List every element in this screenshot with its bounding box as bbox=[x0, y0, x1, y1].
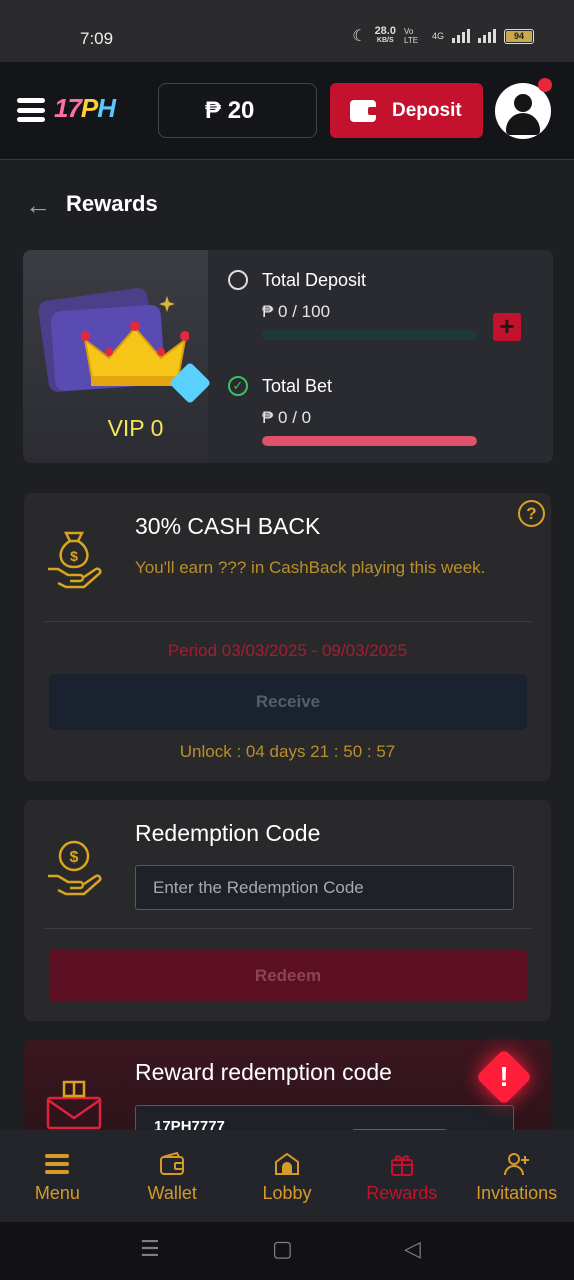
cashback-title: 30% CASH BACK bbox=[135, 513, 321, 539]
battery-level: 94 bbox=[506, 30, 532, 42]
logo-part-p: P bbox=[80, 93, 98, 123]
redeem-button[interactable]: Redeem bbox=[49, 949, 527, 1002]
redemption-code-card: $ Redemption Code Redeem bbox=[24, 800, 551, 1021]
alert-exclamation: ! bbox=[499, 1061, 509, 1092]
deposit-label: Deposit bbox=[392, 99, 462, 121]
recent-apps-icon[interactable]: ☰ bbox=[140, 1236, 160, 1262]
status-icons: ☾ 28.0 KB/S Vo LTE 4G 94 bbox=[352, 26, 534, 46]
nav-item-menu[interactable]: Menu bbox=[0, 1130, 115, 1222]
svg-text:$: $ bbox=[70, 548, 78, 564]
redemption-code-input[interactable] bbox=[135, 865, 514, 910]
nav-label: Invitations bbox=[476, 1183, 558, 1203]
speed-unit: KB/S bbox=[376, 37, 394, 44]
sparkle-icon bbox=[159, 296, 175, 312]
signal-icon-2 bbox=[478, 29, 496, 43]
bottom-nav: Menu Wallet Lobby Rewards Invitations bbox=[0, 1130, 574, 1222]
add-user-icon bbox=[459, 1150, 574, 1178]
user-icon bbox=[514, 94, 532, 112]
back-arrow-icon[interactable]: ← bbox=[25, 192, 51, 218]
unlock-countdown: Unlock : 04 days 21 : 50 : 57 bbox=[179, 742, 396, 761]
logo-part-number: 17 bbox=[54, 93, 82, 123]
network-gen: 4G bbox=[431, 31, 444, 41]
moon-icon: ☾ bbox=[352, 28, 367, 45]
notification-dot bbox=[538, 78, 552, 92]
hamburger-menu-icon[interactable] bbox=[17, 98, 45, 122]
cashback-description: You'll earn ??? in CashBack playing this… bbox=[135, 558, 486, 577]
help-icon[interactable]: ? bbox=[518, 500, 545, 527]
home-icon bbox=[230, 1150, 345, 1178]
deposit-button[interactable]: Deposit bbox=[330, 83, 483, 138]
total-deposit-progress bbox=[262, 330, 477, 340]
wallet-icon bbox=[350, 99, 378, 122]
nav-item-lobby[interactable]: Lobby bbox=[230, 1130, 345, 1222]
logo-part-h: H bbox=[97, 93, 116, 123]
signal-icon bbox=[452, 29, 470, 43]
reward-redemption-title: Reward redemption code bbox=[135, 1059, 392, 1085]
total-bet-value: ₱ 0 / 0 bbox=[262, 408, 312, 427]
total-bet-progress-fill bbox=[262, 436, 477, 446]
balance-display[interactable]: ₱ 20 bbox=[158, 83, 317, 138]
total-deposit-label: Total Deposit bbox=[262, 270, 367, 290]
status-bar: 7:09 ☾ 28.0 KB/S Vo LTE 4G 94 bbox=[0, 0, 574, 62]
check-circle-icon: ✓ bbox=[228, 376, 248, 396]
nav-item-rewards[interactable]: Rewards bbox=[344, 1130, 459, 1222]
nav-label: Rewards bbox=[366, 1183, 438, 1203]
vip-level: VIP 0 bbox=[107, 415, 164, 441]
divider bbox=[44, 928, 532, 929]
redemption-title: Redemption Code bbox=[135, 820, 321, 846]
speed-value: 28.0 bbox=[374, 25, 396, 37]
cashback-card: $ 30% CASH BACK You'll earn ??? in CashB… bbox=[24, 493, 551, 781]
home-button-icon[interactable]: ▢ bbox=[272, 1236, 293, 1262]
vip-card: VIP 0 Total Deposit ₱ 0 / 100 + ✓ Total … bbox=[23, 250, 553, 463]
page-title: Rewards bbox=[66, 191, 158, 216]
system-nav-bar: ☰ ▢ ◁ bbox=[0, 1222, 574, 1280]
total-deposit-value: ₱ 0 / 100 bbox=[262, 302, 331, 321]
total-bet-progress bbox=[262, 436, 477, 446]
add-deposit-button[interactable]: + bbox=[493, 313, 521, 341]
back-button-icon[interactable]: ◁ bbox=[404, 1236, 421, 1262]
app-header: 17PH ₱ 20 Deposit bbox=[0, 62, 574, 160]
wallet-icon bbox=[115, 1150, 230, 1178]
currency-symbol: ₱ bbox=[205, 97, 222, 124]
cashback-period: Period 03/03/2025 - 09/03/2025 bbox=[167, 641, 408, 660]
unchecked-circle-icon bbox=[228, 270, 248, 290]
balance-amount: 20 bbox=[227, 97, 255, 124]
money-bag-hand-icon: $ bbox=[48, 531, 102, 589]
nav-item-invitations[interactable]: Invitations bbox=[459, 1130, 574, 1222]
nav-item-wallet[interactable]: Wallet bbox=[115, 1130, 230, 1222]
status-time: 7:09 bbox=[80, 29, 114, 48]
total-bet-label: Total Bet bbox=[262, 376, 333, 396]
brand-logo[interactable]: 17PH bbox=[54, 93, 116, 124]
volte-indicator: Vo LTE bbox=[403, 27, 419, 45]
menu-icon bbox=[0, 1150, 115, 1178]
divider bbox=[44, 621, 532, 622]
gift-icon bbox=[344, 1150, 459, 1178]
receive-button[interactable]: Receive bbox=[49, 674, 527, 730]
nav-label: Lobby bbox=[262, 1183, 312, 1203]
network-speed: 28.0 KB/S bbox=[375, 26, 396, 46]
nav-label: Wallet bbox=[147, 1183, 197, 1203]
battery-icon: 94 bbox=[504, 28, 534, 44]
gift-envelope-icon bbox=[46, 1080, 102, 1130]
coin-hand-icon: $ bbox=[48, 840, 102, 896]
svg-text:$: $ bbox=[70, 849, 79, 866]
nav-label: Menu bbox=[34, 1183, 80, 1203]
